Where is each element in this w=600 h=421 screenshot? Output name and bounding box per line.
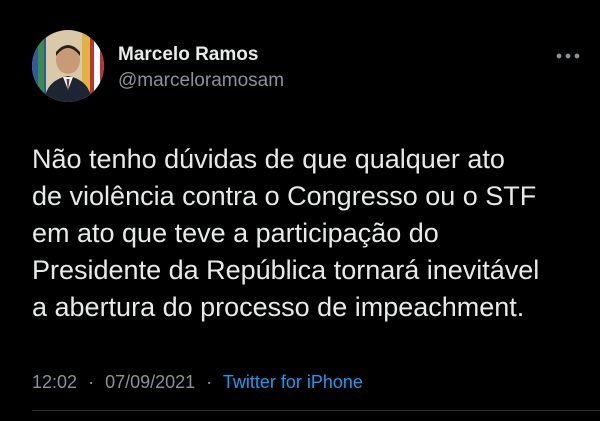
tweet-text-line: Presidente da República tornará inevitáv… [32,255,540,285]
tweet-time[interactable]: 12:02 [32,372,77,392]
tweet-metadata: 12:02 · 07/09/2021 · Twitter for iPhone [32,372,363,393]
meta-separator: · [206,372,213,392]
author-display-name[interactable]: Marcelo Ramos [118,44,284,66]
meta-separator: · [88,372,95,392]
author-avatar[interactable] [32,30,104,102]
more-horizontal-icon [556,53,580,59]
tweet-text: Não tenho dúvidas de que qualquer ato de… [32,141,588,326]
tweet-card: Marcelo Ramos @marceloramosam Não tenho … [0,0,600,421]
tweet-source-link[interactable]: Twitter for iPhone [223,372,363,392]
tweet-date[interactable]: 07/09/2021 [105,372,195,392]
tweet-text-line: Não tenho dúvidas de que qualquer ato [32,144,505,174]
more-options-button[interactable] [554,48,582,64]
author-info: Marcelo Ramos @marceloramosam [118,44,284,92]
tweet-text-line: de violência contra o Congresso ou o STF [32,181,537,211]
author-handle[interactable]: @marceloramosam [118,70,284,92]
tweet-text-line: a abertura do processo de impeachment. [32,292,525,322]
tweet-text-line: em ato que teve a participação do [32,218,439,248]
avatar-image [32,30,104,102]
divider [32,410,600,411]
